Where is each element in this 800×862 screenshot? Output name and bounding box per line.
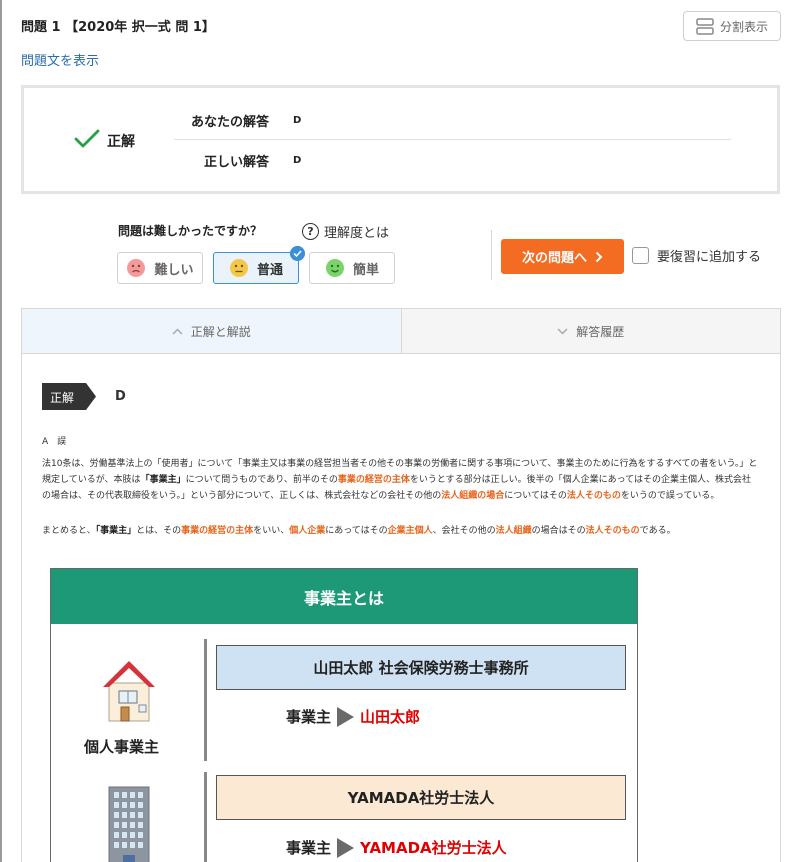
individual-employer-label: 個人事業主: [84, 738, 160, 756]
result-status: 正解: [107, 134, 135, 150]
difficulty-easy-button[interactable]: 簡単: [309, 252, 395, 284]
explanation-text: まとめると、: [42, 526, 96, 536]
diagram-separator: [204, 639, 207, 761]
question-circle-icon: ?: [302, 223, 319, 240]
explanation-tabs: 正解と解説 解答履歴: [21, 308, 781, 354]
your-answer-label: あなたの解答: [190, 115, 269, 130]
difficulty-hard-label: 難しい: [154, 262, 194, 278]
split-view-icon: [696, 17, 714, 35]
understanding-help-link[interactable]: ? 理解度とは: [302, 222, 389, 241]
bold-text: 「事業主」: [95, 526, 137, 536]
answer-tag-label: 正解: [50, 391, 75, 405]
your-answer-value: D: [293, 115, 302, 126]
neutral-face-icon: [229, 259, 248, 277]
triangle-arrow-icon: [337, 706, 355, 727]
highlight-text: 法人そのもの: [566, 491, 621, 501]
difficulty-hard-button[interactable]: 難しい: [117, 252, 203, 284]
explanation-text: にあってはその: [325, 526, 388, 536]
highlight-text: 事業の経営の主体: [337, 475, 410, 485]
chevron-up-icon: [172, 327, 183, 335]
next-question-button[interactable]: 次の問題へ: [501, 239, 624, 274]
employer-value: 山田太郎: [360, 708, 421, 726]
explanation-text: をいうので誤っている。: [620, 491, 720, 501]
help-label: 理解度とは: [324, 226, 390, 241]
highlight-text: 個人企業: [289, 526, 326, 536]
triangle-arrow-icon: [337, 837, 355, 858]
diagram-separator: [204, 772, 207, 862]
difficulty-question: 問題は難しかったですか？: [118, 224, 263, 238]
bold-text: 「事業主」: [140, 475, 186, 485]
explanation-paragraph-2: まとめると、「事業主」とは、その事業の経営の主体をいい、個人企業にあってはその企…: [42, 523, 758, 539]
explanation-text: とは、その: [136, 526, 182, 536]
correct-answer-value: D: [293, 154, 302, 166]
explanation-text: について問うものであり、前半のその: [185, 475, 338, 485]
highlight-text: 法人そのもの: [585, 526, 640, 536]
show-question-link[interactable]: 問題文を表示: [21, 50, 99, 69]
explanation-text: である。: [639, 526, 676, 536]
correct-answer-row: 正しい解答 D: [174, 141, 731, 179]
employer-label: 事業主: [286, 708, 332, 726]
explanation-heading: A 誤: [42, 437, 67, 447]
employer-value: YAMADA社労士法人: [360, 839, 507, 857]
highlight-text: 事業の経営の主体: [181, 526, 254, 536]
office-building-icon: [108, 786, 150, 862]
chevron-down-icon: [557, 327, 568, 335]
house-icon: [103, 661, 155, 722]
highlight-text: 企業主個人: [387, 526, 433, 536]
highlight-text: 法人組織: [495, 526, 532, 536]
explanation-text: 、会社その他の: [432, 526, 496, 536]
employer-row-individual: 事業主 山田太郎: [286, 706, 420, 727]
check-icon: [74, 129, 100, 148]
vertical-divider: [491, 230, 492, 280]
split-view-button[interactable]: 分割表示: [683, 11, 781, 41]
office-name-box: 山田太郎 社会保険労務士事務所: [216, 645, 626, 690]
answer-letter: D: [115, 389, 126, 404]
tab-history[interactable]: 解答履歴: [400, 309, 780, 353]
highlight-text: 法人組織の場合: [441, 491, 505, 501]
explanation-text: の場合はその: [531, 526, 586, 536]
difficulty-easy-label: 簡単: [352, 262, 379, 278]
result-panel: 正解 あなたの解答 D 正しい解答 D: [21, 85, 780, 194]
explanation-paragraph-1: 法10条は、労働基準法上の「使用者」について「事業主又は事業の経営担当者その他そ…: [42, 456, 758, 504]
employer-row-corporation: 事業主 YAMADA社労士法人: [286, 837, 507, 858]
explanation-text: をいい、: [253, 526, 290, 536]
your-answer-row: あなたの解答 D: [174, 102, 731, 140]
sad-face-icon: [127, 259, 146, 277]
left-window-edge: [0, 0, 2, 862]
question-title: 問題 1 【2020年 択一式 問 1】: [21, 20, 215, 35]
correct-answer-label: 正しい解答: [203, 154, 269, 170]
checkbox-icon[interactable]: [632, 247, 649, 264]
chevron-right-icon: [595, 251, 603, 262]
tab-explanation[interactable]: 正解と解説: [22, 309, 401, 353]
add-review-checkbox[interactable]: 要復習に追加する: [632, 246, 761, 265]
tab-history-label: 解答履歴: [576, 324, 625, 339]
employer-label: 事業主: [286, 839, 332, 857]
explanation-text: についてはその: [504, 491, 567, 501]
corporation-name-box: YAMADA社労士法人: [216, 775, 626, 820]
split-view-label: 分割表示: [719, 19, 768, 34]
tab-explanation-label: 正解と解説: [190, 324, 251, 339]
employer-diagram: 事業主とは 個人事業主 山田太郎 社会保険労務士事務所 事業主 山田太郎 YAM…: [50, 568, 638, 862]
selected-check-icon: [290, 246, 305, 261]
review-label: 要復習に追加する: [657, 250, 762, 265]
next-question-label: 次の問題へ: [521, 251, 587, 266]
diagram-title: 事業主とは: [51, 569, 637, 624]
smile-face-icon: [325, 259, 344, 277]
difficulty-normal-button[interactable]: 普通: [213, 246, 305, 284]
difficulty-normal-label: 普通: [256, 262, 283, 278]
